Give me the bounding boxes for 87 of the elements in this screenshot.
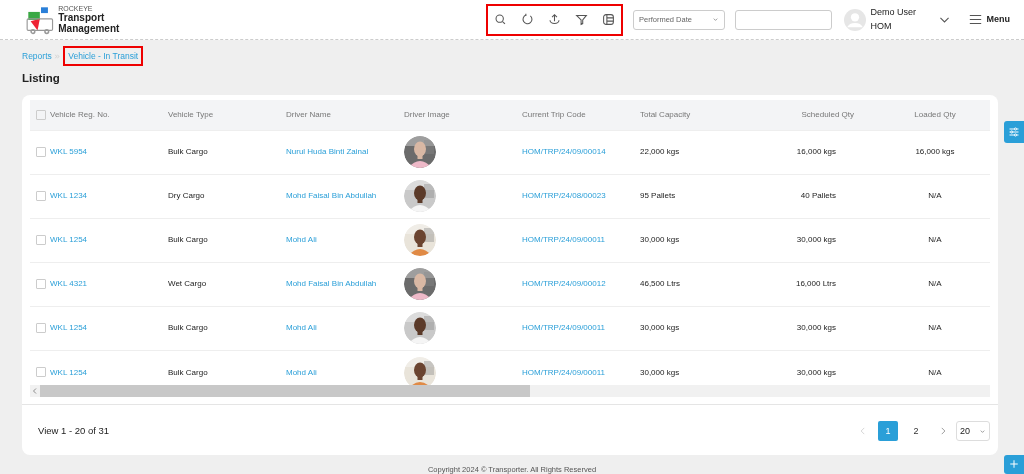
table-cell: 16,000 Ltrs [795,279,836,289]
vehicle-link[interactable]: WKL 4321 [50,279,88,289]
logo-icon [26,4,56,35]
refresh-icon[interactable] [521,13,534,26]
scrollbar-thumb[interactable] [40,385,530,398]
driver-link[interactable]: Mohd Ali [286,235,317,245]
row-checkbox[interactable] [36,235,46,246]
table-cell: 30,000 kgs [796,367,836,377]
table-cell: 40 Pallets [800,191,836,201]
search-icon[interactable] [494,13,507,26]
chevron-left-icon[interactable] [31,387,39,396]
table-cell: 30,000 kgs [796,323,836,333]
user-branch: HOM [870,19,893,33]
table-cell: 30,000 kgs [640,235,680,245]
table-cell: 46,500 Ltrs [640,279,681,289]
column-header: Driver Name [286,110,331,119]
select-all-checkbox[interactable] [36,109,46,120]
row-checkbox[interactable] [36,323,46,334]
table-cell: 16,000 kgs [915,147,955,157]
table-cell: Bulk Cargo [168,147,208,157]
table-cell: N/A [928,235,942,245]
driver-link[interactable]: Mohd Ali [286,323,317,333]
filter-icon[interactable] [575,13,588,26]
trip-link[interactable]: HOM/TRP/24/09/00011 [522,235,605,245]
table-cell: 22,000 kgs [640,147,680,157]
chevron-right-icon[interactable] [938,426,948,437]
table-cell: 30,000 kgs [796,235,836,245]
column-header: Vehicle Reg. No. [50,110,110,119]
page-button[interactable]: 1 [878,421,898,442]
driver-link[interactable]: Nurul Huda Binti Zainal [286,147,369,157]
table-cell: N/A [928,323,942,333]
page-size-select[interactable]: 20 [956,421,990,442]
horizontal-scrollbar[interactable] [30,385,990,398]
table-cell: 16,000 kgs [796,147,836,157]
table-cell: 95 Pallets [640,191,676,201]
trip-link[interactable]: HOM/TRP/24/09/00012 [522,279,606,289]
menu-icon[interactable] [969,13,982,26]
avatar-icon[interactable] [844,8,866,31]
add-button[interactable] [1004,455,1024,474]
column-header: Total Capacity [640,110,691,119]
trip-link[interactable]: HOM/TRP/24/08/00023 [522,191,606,201]
trip-link[interactable]: HOM/TRP/24/09/00011 [522,367,605,377]
plus-icon [1009,459,1019,470]
trip-link[interactable]: HOM/TRP/24/09/00014 [522,147,606,157]
column-header: Current Trip Code [522,110,586,119]
driver-link[interactable]: Mohd Ali [286,367,317,377]
page-summary: View 1 - 20 of 31 [38,424,110,439]
menu-label[interactable]: Menu [986,12,1010,27]
breadcrumb-link[interactable]: Vehicle - In Transit [63,45,144,67]
brand-title: Transport Management [58,11,121,35]
vehicle-link[interactable]: WKL 1234 [50,191,88,201]
table-cell: Bulk Cargo [168,235,208,245]
row-checkbox[interactable] [36,191,46,202]
table-cell: Bulk Cargo [168,323,208,333]
column-header: Loaded Qty [914,110,956,119]
page-title: Listing [22,71,61,86]
table-cell: N/A [928,367,942,377]
table-cell: Wet Cargo [168,279,207,289]
driver-link[interactable]: Mohd Faisal Bin Abdullah [286,279,377,289]
user-name: Demo User [870,6,916,19]
sliders-icon [1008,125,1020,138]
row-checkbox[interactable] [36,367,46,378]
table-cell: 30,000 kgs [640,323,680,333]
table-cell: Bulk Cargo [168,367,208,377]
settings-button[interactable] [1004,121,1024,143]
breadcrumb-link[interactable]: Reports [22,49,52,63]
page-button[interactable]: 2 [906,421,926,442]
upload-icon[interactable] [548,13,561,26]
column-header: Vehicle Type [168,110,214,119]
driver-link[interactable]: Mohd Faisal Bin Abdullah [286,191,377,201]
trip-link[interactable]: HOM/TRP/24/09/00011 [522,323,605,333]
columns-icon[interactable] [602,13,615,26]
row-checkbox[interactable] [36,147,46,158]
table-cell: Dry Cargo [168,191,205,201]
caret-icon [979,427,986,435]
column-header: Scheduled Qty [801,110,854,119]
vehicle-link[interactable]: WKL 1254 [50,235,88,245]
vehicle-link[interactable]: WKL 1254 [50,367,88,377]
search-field[interactable] [735,9,832,30]
vehicle-link[interactable]: WKL 5954 [50,147,88,157]
row-checkbox[interactable] [36,279,46,290]
table-cell: N/A [928,279,942,289]
caret-icon [712,16,719,23]
column-header: Driver Image [404,110,450,119]
table-cell: N/A [928,191,942,201]
vehicle-link[interactable]: WKL 1254 [50,323,88,333]
table-cell: 30,000 kgs [640,367,680,377]
